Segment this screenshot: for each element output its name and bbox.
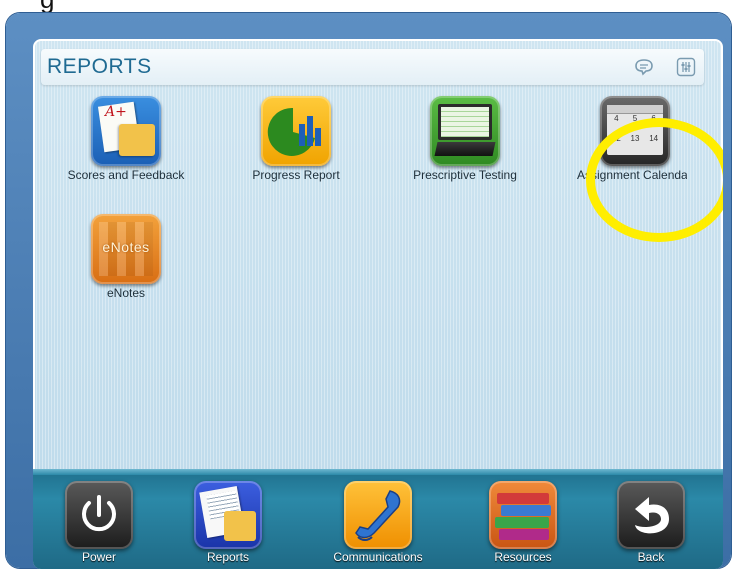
back-arrow-icon xyxy=(617,481,685,549)
dock-label: Back xyxy=(637,550,665,564)
tile-progress-report[interactable]: Progress Report xyxy=(226,96,366,182)
dock-communications[interactable]: Communications xyxy=(318,481,438,564)
tile-label: Progress Report xyxy=(252,168,340,182)
clipped-heading-text: g xyxy=(40,0,54,12)
bottom-dock: Power Reports Communications Resources B… xyxy=(33,469,723,569)
dock-label: Resources xyxy=(494,550,552,564)
tile-label: Scores and Feedback xyxy=(67,168,185,182)
dock-power[interactable]: Power xyxy=(39,481,159,564)
reports-screen: REPORTS A+ Scores and Feedback Progress … xyxy=(33,39,723,569)
scores-feedback-icon: A+ xyxy=(91,96,161,166)
enotes-icon: eNotes xyxy=(91,214,161,284)
tile-prescriptive-testing[interactable]: Prescriptive Testing xyxy=(395,96,535,182)
dock-label: Power xyxy=(81,550,116,564)
highlight-circle xyxy=(586,118,723,242)
tile-label: eNotes xyxy=(106,286,146,300)
monitor-test-icon xyxy=(430,96,500,166)
dock-label: Reports xyxy=(206,550,250,564)
phone-icon xyxy=(344,481,412,549)
reports-header: REPORTS xyxy=(41,49,704,85)
window-frame: REPORTS A+ Scores and Feedback Progress … xyxy=(6,13,731,569)
power-icon xyxy=(65,481,133,549)
tile-scores-and-feedback[interactable]: A+ Scores and Feedback xyxy=(56,96,196,182)
calendar-day: 4 xyxy=(614,114,619,123)
dock-resources[interactable]: Resources xyxy=(463,481,583,564)
tile-label: Prescriptive Testing xyxy=(413,168,517,182)
dock-reports[interactable]: Reports xyxy=(168,481,288,564)
chat-bubble-icon[interactable] xyxy=(633,56,655,78)
settings-sliders-icon[interactable] xyxy=(675,56,697,78)
progress-chart-icon xyxy=(261,96,331,166)
books-icon xyxy=(489,481,557,549)
tile-enotes[interactable]: eNotes eNotes xyxy=(56,214,196,300)
enotes-icon-text: eNotes xyxy=(102,239,150,255)
page-title: REPORTS xyxy=(47,55,152,78)
dock-label: Communications xyxy=(333,550,423,564)
dock-back[interactable]: Back xyxy=(591,481,711,564)
grade-mark: A+ xyxy=(105,104,127,120)
reports-icon xyxy=(194,481,262,549)
